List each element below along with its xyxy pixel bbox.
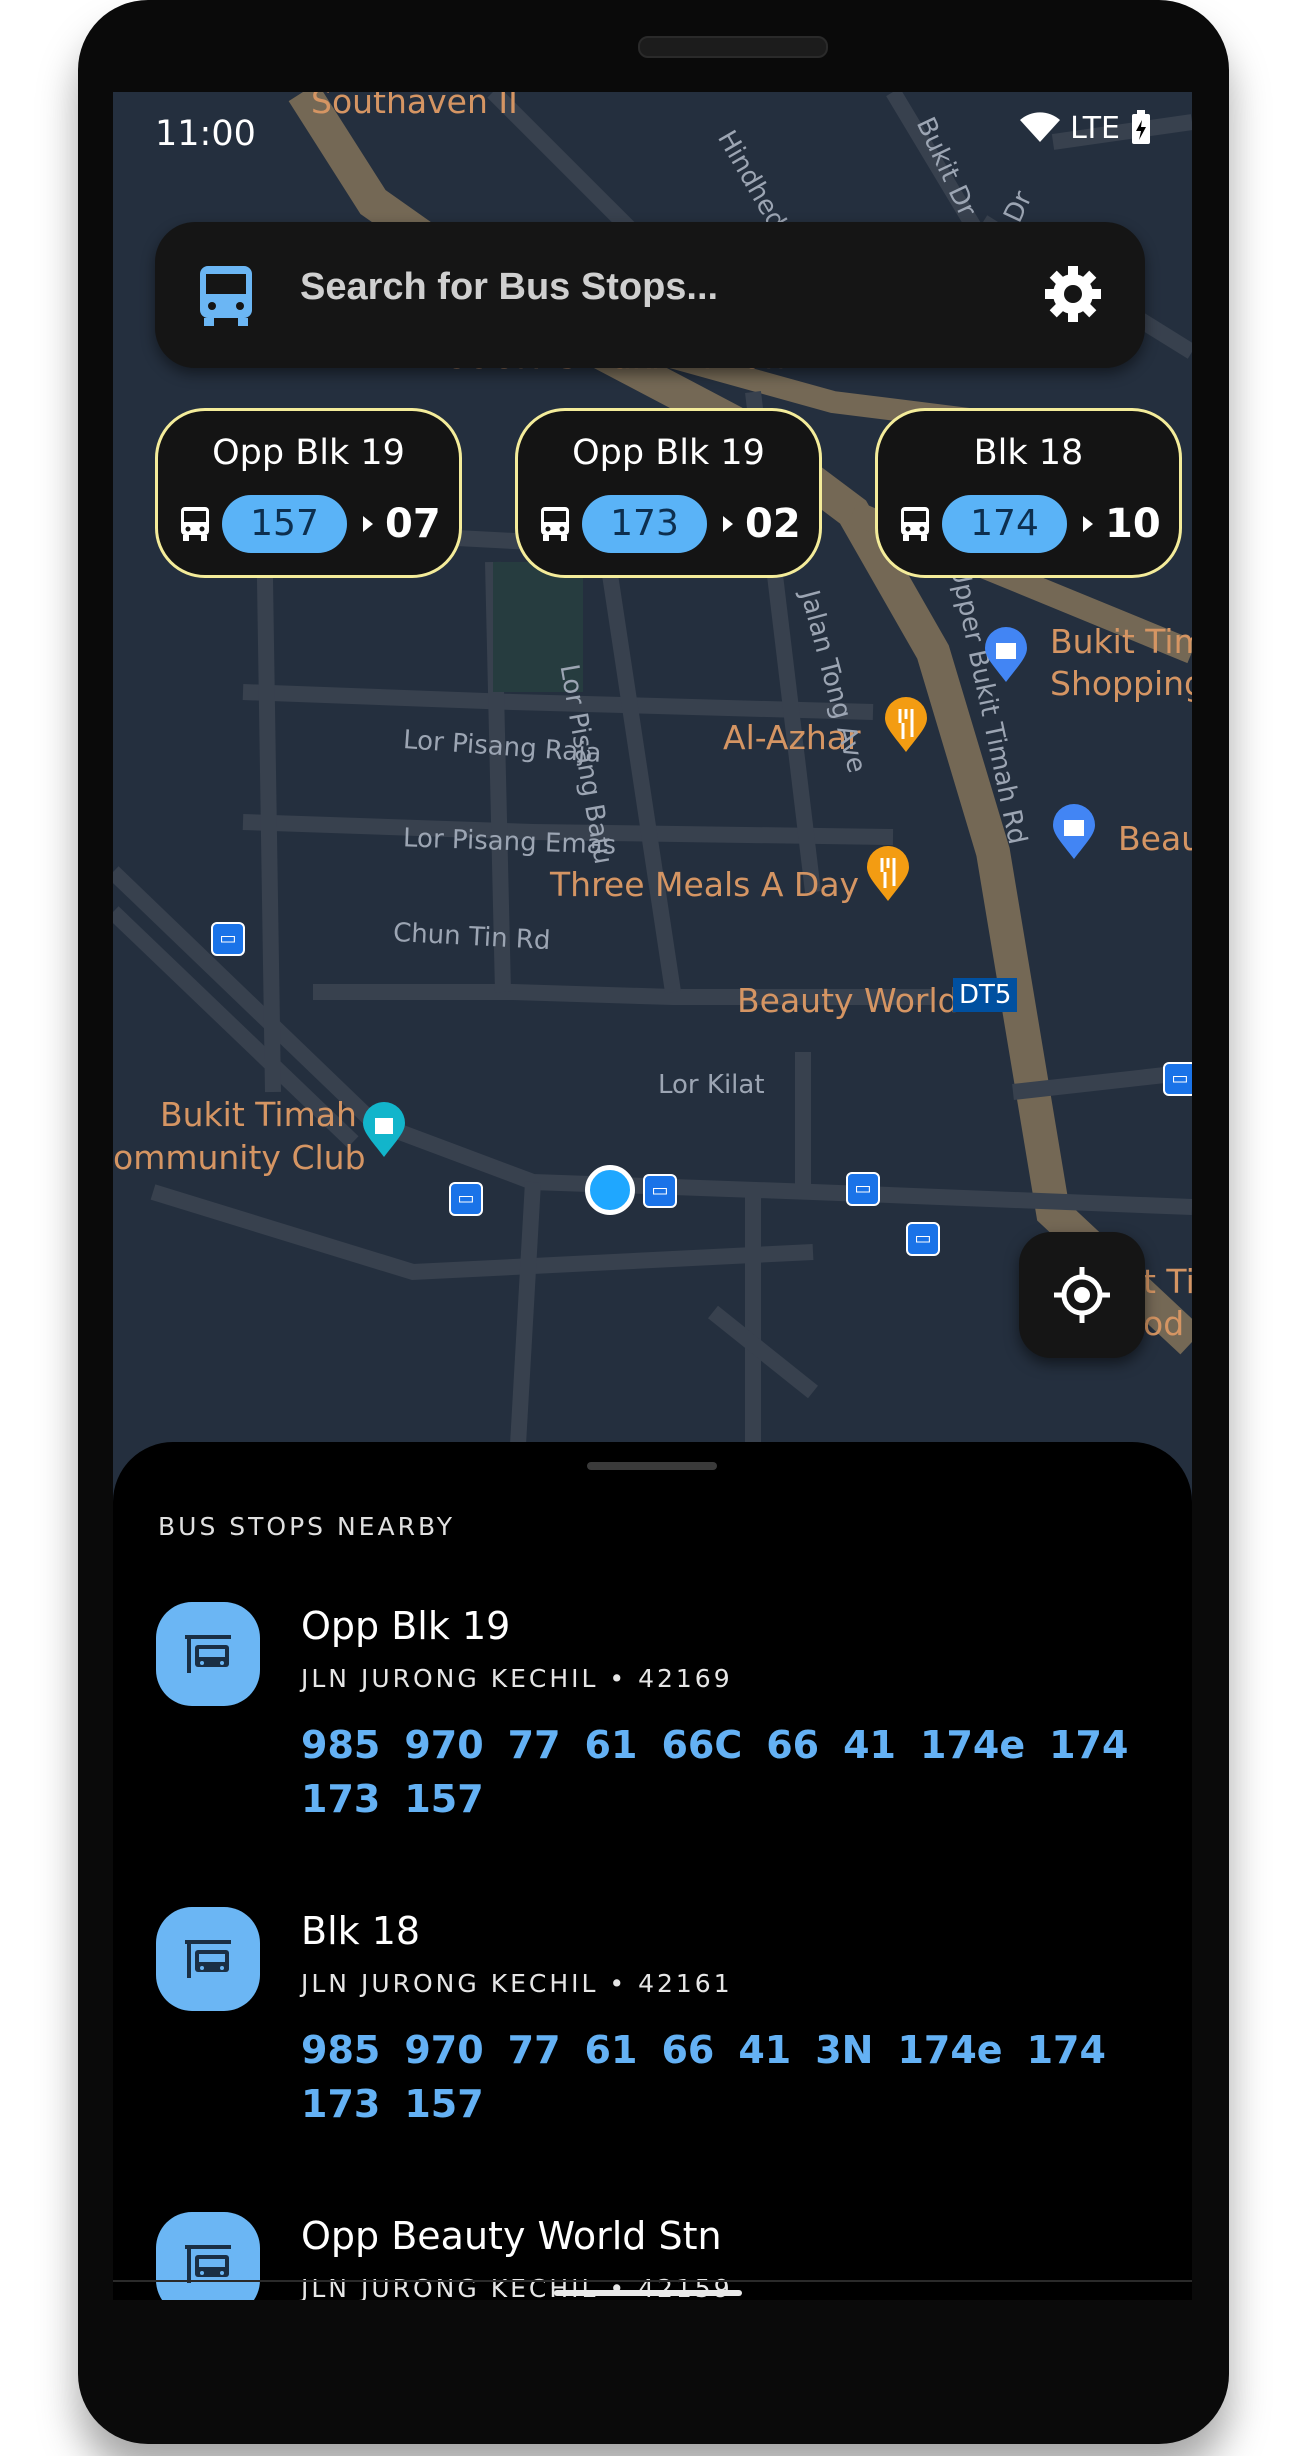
stop-name: Blk 18 (301, 1909, 421, 1953)
map-label: Bukit Timah (160, 1095, 357, 1134)
bus-icon (181, 507, 209, 541)
crosshair-icon (1054, 1267, 1110, 1323)
favorite-stop-name: Blk 18 (973, 433, 1084, 473)
map-label: ommunity Club (113, 1138, 366, 1177)
service-number[interactable]: 174 (1027, 2023, 1106, 2077)
status-bar: 11:00 LTE (113, 92, 1192, 182)
service-number-pill: 173 (582, 495, 707, 553)
street-label: Lor Kilat (658, 1070, 765, 1100)
service-number[interactable]: 157 (404, 1772, 483, 1826)
search-bar[interactable]: Search for Bus Stops... (155, 222, 1145, 368)
service-number[interactable]: 61 (585, 1718, 638, 1772)
service-number[interactable]: 173 (301, 1772, 380, 1826)
service-number[interactable]: 174e (920, 1718, 1025, 1772)
earpiece-speaker (638, 36, 828, 58)
service-number[interactable]: 66 (766, 1718, 819, 1772)
map-label: od (1143, 1304, 1185, 1343)
bus-stop-marker[interactable]: ▭ (906, 1222, 940, 1256)
service-number[interactable]: 77 (508, 2023, 561, 2077)
service-number[interactable]: 174e (897, 2023, 1002, 2077)
bus-stop-marker[interactable]: ▭ (846, 1172, 880, 1206)
map-label: Beau (1118, 819, 1192, 858)
nearby-stop-item[interactable]: Opp Blk 19 JLN JURONG KECHIL • 42169 985… (113, 1602, 1192, 1832)
eta-minutes: 02 (745, 501, 801, 547)
favorite-stop-name: Opp Blk 19 (212, 433, 405, 473)
community-club-icon[interactable] (361, 1102, 407, 1158)
stop-road-code: JLN JURONG KECHIL • 42161 (301, 1969, 733, 1998)
network-type: LTE (1070, 110, 1120, 146)
map-label: t Ti (1143, 1262, 1192, 1301)
chevron-right-icon (723, 516, 733, 532)
service-list: 985 970 77 61 66 41 3N 174e 174 173 157 (301, 2023, 1161, 2131)
restaurant-icon[interactable] (865, 846, 911, 902)
bus-stop-icon (156, 1602, 260, 1706)
eta-minutes: 10 (1105, 501, 1161, 547)
service-number-pill: 157 (222, 495, 347, 553)
nearby-stop-item[interactable]: Opp Beauty World Stn JLN JURONG KECHIL •… (113, 2212, 1192, 2300)
my-location-dot (585, 1165, 635, 1215)
service-number[interactable]: 970 (404, 2023, 483, 2077)
battery-icon (1132, 110, 1150, 144)
service-number[interactable]: 66C (661, 1718, 742, 1772)
status-time: 11:00 (155, 114, 256, 154)
service-number[interactable]: 41 (843, 1718, 896, 1772)
shopping-icon[interactable] (983, 627, 1029, 683)
bus-stop-marker[interactable]: ▭ (1163, 1062, 1192, 1096)
shopping-icon[interactable] (1051, 804, 1097, 860)
service-number[interactable]: 157 (404, 2077, 483, 2131)
mrt-station-badge: DT5 (953, 978, 1018, 1012)
nearby-bottom-sheet[interactable]: BUS STOPS NEARBY Opp Blk 19 JLN JURONG K… (113, 1442, 1192, 2300)
chevron-right-icon (1083, 516, 1093, 532)
bus-stop-icon (156, 1907, 260, 2011)
service-list: 985 970 77 61 66C 66 41 174e 174 173 157 (301, 1718, 1161, 1826)
service-number[interactable]: 61 (585, 2023, 638, 2077)
home-gesture-bar[interactable] (554, 2290, 742, 2296)
service-number[interactable]: 3N (815, 2023, 873, 2077)
favorite-card[interactable]: Blk 18 174 10 (875, 408, 1182, 578)
map-label: Three Meals A Day (550, 865, 860, 904)
eta-minutes: 07 (385, 501, 441, 547)
stop-road-code: JLN JURONG KECHIL • 42159 (301, 2274, 733, 2300)
stop-road-code: JLN JURONG KECHIL • 42169 (301, 1664, 733, 1693)
bus-stop-marker[interactable]: ▭ (211, 922, 245, 956)
favorite-stop-name: Opp Blk 19 (572, 433, 765, 473)
map-label: Beauty World (737, 981, 959, 1020)
bus-stop-marker[interactable]: ▭ (449, 1182, 483, 1216)
favorite-card[interactable]: Opp Blk 19 157 07 (155, 408, 462, 578)
service-number[interactable]: 985 (301, 2023, 380, 2077)
service-number[interactable]: 970 (404, 1718, 483, 1772)
nav-divider (113, 2280, 1192, 2282)
my-location-button[interactable] (1019, 1232, 1145, 1358)
service-number[interactable]: 41 (738, 2023, 791, 2077)
app-screen: Southaven II COURTS Bukit Timah Bukit Ti… (113, 92, 1192, 2300)
bus-stop-marker[interactable]: ▭ (643, 1174, 677, 1208)
service-number-pill: 174 (942, 495, 1067, 553)
service-number[interactable]: 173 (301, 2077, 380, 2131)
sheet-heading: BUS STOPS NEARBY (158, 1512, 455, 1541)
service-number[interactable]: 174 (1049, 1718, 1128, 1772)
sheet-drag-handle[interactable] (587, 1462, 717, 1470)
service-number[interactable]: 985 (301, 1718, 380, 1772)
wifi-icon (1020, 112, 1061, 142)
service-number[interactable]: 77 (508, 1718, 561, 1772)
bus-icon (901, 507, 929, 541)
bus-icon (200, 266, 252, 326)
restaurant-icon[interactable] (883, 697, 929, 753)
status-icons: LTE (1020, 110, 1152, 146)
service-number[interactable]: 66 (661, 2023, 714, 2077)
stop-name: Opp Beauty World Stn (301, 2214, 722, 2258)
favorite-card[interactable]: Opp Blk 19 173 02 (515, 408, 822, 578)
map-label: Shopping (1050, 664, 1192, 703)
bus-icon (541, 507, 569, 541)
bus-stop-icon (156, 2212, 260, 2300)
map-label: Bukit Tim (1050, 622, 1192, 661)
gear-icon[interactable] (1043, 264, 1103, 324)
nearby-stop-item[interactable]: Blk 18 JLN JURONG KECHIL • 42161 985 970 7… (113, 1907, 1192, 2137)
stop-name: Opp Blk 19 (301, 1604, 511, 1648)
search-input[interactable]: Search for Bus Stops... (300, 266, 718, 309)
chevron-right-icon (363, 516, 373, 532)
